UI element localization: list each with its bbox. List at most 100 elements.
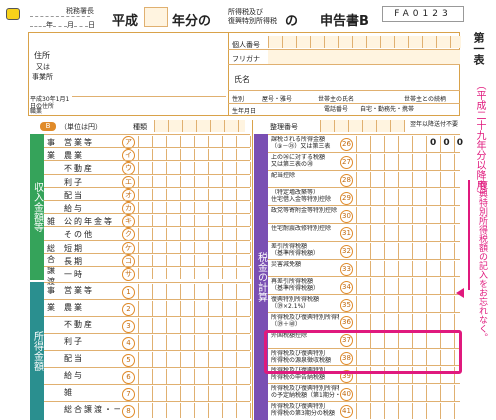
row-category: 事 bbox=[47, 286, 55, 295]
tax-row: 上の㉖に対する税額 又は第三表の㉘ 27 bbox=[268, 151, 461, 170]
side-tax-label: 税金の計算 bbox=[254, 134, 268, 420]
tax-amount-input[interactable] bbox=[356, 314, 461, 330]
tax-amount-input[interactable] bbox=[356, 385, 461, 401]
tax-row-label-line2: 住宅借入金等特別控除 bbox=[271, 196, 332, 204]
tax-row-label-line2: （⑨－㉕）又は第三表 bbox=[271, 143, 331, 150]
tax-row: 所得税及び復興特別 所得税の第3期分の税額 41 bbox=[268, 401, 461, 419]
side-shotoku-label: 所得金額 bbox=[30, 282, 44, 420]
amount-input[interactable] bbox=[138, 228, 251, 240]
table-row: 配当オ bbox=[44, 186, 251, 202]
furigana-input[interactable] bbox=[268, 50, 460, 64]
tax-amount-input[interactable] bbox=[356, 242, 461, 259]
name-input[interactable] bbox=[262, 66, 460, 88]
amount-input[interactable] bbox=[138, 136, 251, 148]
occupation-label: 職業 bbox=[30, 108, 43, 115]
tax-row-number: 33 bbox=[340, 262, 353, 276]
row-number: 2 bbox=[122, 303, 135, 316]
type-label: 種類 bbox=[133, 123, 147, 131]
amount-input[interactable] bbox=[138, 149, 251, 161]
tax-row: 差引所得税額 （基準所得税額） 32 bbox=[268, 240, 461, 259]
tax-row-number: 30 bbox=[340, 209, 353, 223]
amount-input[interactable] bbox=[138, 254, 251, 266]
amount-input[interactable] bbox=[138, 215, 251, 227]
tax-row-label-line1: 政党等寄附金等特別控除 bbox=[271, 207, 338, 215]
tax-amount-input[interactable] bbox=[356, 153, 461, 170]
tax-row: 災害減免額 33 bbox=[268, 258, 461, 277]
table-row: 業農業イ bbox=[44, 147, 251, 163]
date-line: 年月日 bbox=[30, 20, 110, 30]
table-row: 雑7 bbox=[44, 384, 251, 401]
tax-amount-input[interactable] bbox=[356, 225, 461, 241]
tax-amount-input[interactable] bbox=[356, 278, 461, 295]
row-label: 一時 bbox=[64, 270, 84, 279]
arrow-left-icon bbox=[456, 288, 464, 298]
tax-row-label: 課税される所得金額 （⑨－㉕）又は第三表 bbox=[271, 136, 339, 150]
tax-amount-input[interactable] bbox=[356, 260, 461, 277]
form-code: FA0123 bbox=[382, 6, 464, 22]
row-number: サ bbox=[122, 268, 135, 282]
side-income-label: 収入金額等 bbox=[30, 134, 44, 280]
amount-input[interactable] bbox=[138, 268, 251, 280]
tax-amount-input[interactable] bbox=[356, 171, 461, 188]
name-label: 氏名 bbox=[234, 75, 250, 84]
tax-row-number: 32 bbox=[340, 245, 353, 259]
amount-input[interactable] bbox=[138, 202, 251, 214]
amount-input[interactable] bbox=[138, 188, 251, 200]
table-row: 給与 6 bbox=[44, 367, 251, 384]
amount-input[interactable] bbox=[138, 241, 251, 253]
tax-amount-input[interactable] bbox=[356, 403, 461, 419]
table-row: 事営業等ア bbox=[44, 134, 251, 150]
side-note: 復興特別所得税額の記入をお忘れなく。 bbox=[477, 180, 487, 342]
phone-label: 電話番号 bbox=[324, 106, 349, 113]
table-row: 利子 4 bbox=[44, 333, 251, 350]
tax-row-label-line2: 又は第三表の㉘ bbox=[271, 160, 314, 168]
amount-input[interactable] bbox=[138, 175, 251, 187]
row-number: 5 bbox=[122, 354, 135, 367]
amount-input[interactable] bbox=[138, 335, 251, 350]
tax-row-label-line1: 課税される所得金額 bbox=[271, 136, 326, 143]
tax-row-label-line2: （基準所得税額） bbox=[271, 249, 320, 257]
amount-input[interactable] bbox=[138, 301, 251, 316]
amount-input[interactable] bbox=[138, 386, 251, 401]
amount-input[interactable] bbox=[138, 162, 251, 174]
tax-row: 再差引所得税額 （基準所得税額） 34 bbox=[268, 276, 461, 295]
tax-row: 所得税及び復興特別所得税の額（㊴＋㊵）36 bbox=[268, 312, 461, 330]
amount-input[interactable] bbox=[138, 318, 251, 333]
tax-row-label: 上の㉖に対する税額 又は第三表の㉘ bbox=[271, 154, 339, 168]
amount-input[interactable] bbox=[138, 352, 251, 367]
seiri-input[interactable] bbox=[320, 120, 405, 132]
jan1-address-input[interactable] bbox=[72, 96, 226, 115]
relation-label: 世帯主との続柄 bbox=[404, 96, 446, 103]
row-label: 給与 bbox=[64, 371, 84, 380]
tax-row: 配当控除 28 bbox=[268, 169, 461, 188]
row-label: 利子 bbox=[64, 337, 84, 346]
form-name-suffix: の bbox=[285, 14, 299, 29]
tax-row-label-line2: 所得税の第3期分の税額 bbox=[271, 410, 335, 417]
gender-label: 性別 bbox=[232, 96, 245, 103]
amount-input[interactable] bbox=[138, 369, 251, 384]
tax-row-label-line2: （基準所得税額） bbox=[271, 285, 320, 293]
table-row: 事営業等 1 bbox=[44, 282, 251, 299]
address-input[interactable] bbox=[72, 34, 226, 94]
tax-row: 政党等寄附金等特別控除 30 bbox=[268, 205, 461, 223]
tax-row-label: 配当控除 bbox=[271, 172, 339, 179]
tax-title: 所得税及び 復興特別所得税 bbox=[228, 8, 277, 25]
year-input[interactable] bbox=[144, 7, 168, 27]
row-label: 総合譲渡・一時 bbox=[64, 405, 120, 414]
amount-input[interactable] bbox=[138, 403, 251, 418]
birth-label: 生年月日 bbox=[232, 108, 257, 115]
row-number: 4 bbox=[122, 337, 135, 350]
tax-row-label-line2: 所得税の申告納税額 bbox=[271, 374, 326, 382]
table-row: 給与カ bbox=[44, 200, 251, 216]
tax-amount-input[interactable] bbox=[356, 189, 461, 206]
tax-amount-input[interactable] bbox=[356, 207, 461, 223]
table-row: 業農業 2 bbox=[44, 299, 251, 316]
tax-row-label-line1: 災害減免額 bbox=[271, 260, 302, 268]
table-row: 総合譲渡 短期ケ bbox=[44, 239, 251, 286]
tax-row-label-line1: 住宅耐震改修特別控除 bbox=[271, 225, 332, 232]
tax-row: 住宅耐震改修特別控除 31 bbox=[268, 223, 461, 241]
personal-number-input[interactable] bbox=[268, 36, 461, 48]
type-input[interactable] bbox=[154, 120, 245, 132]
amount-input[interactable] bbox=[138, 284, 251, 299]
tax-amount-input[interactable] bbox=[356, 296, 461, 312]
